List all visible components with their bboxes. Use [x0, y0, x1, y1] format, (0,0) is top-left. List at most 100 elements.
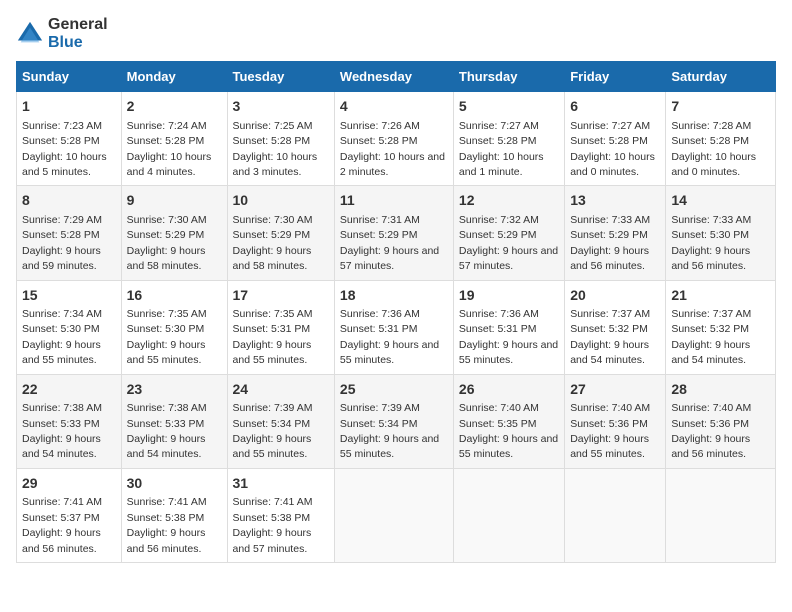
- calendar-cell: 3 Sunrise: 7:25 AMSunset: 5:28 PMDaylight…: [227, 92, 334, 186]
- day-info: Sunrise: 7:41 AMSunset: 5:38 PMDaylight:…: [233, 496, 313, 554]
- header: General Blue: [16, 16, 776, 51]
- day-number: 3: [233, 97, 329, 117]
- calendar-cell: 23Sunrise: 7:38 AMSunset: 5:33 PMDayligh…: [121, 374, 227, 468]
- day-info: Sunrise: 7:39 AMSunset: 5:34 PMDaylight:…: [233, 402, 313, 460]
- calendar-cell: 27Sunrise: 7:40 AMSunset: 5:36 PMDayligh…: [565, 374, 666, 468]
- day-info: Sunrise: 7:33 AMSunset: 5:30 PMDaylight:…: [671, 214, 751, 272]
- day-info: Sunrise: 7:30 AMSunset: 5:29 PMDaylight:…: [233, 214, 313, 272]
- calendar-table: SundayMondayTuesdayWednesdayThursdayFrid…: [16, 61, 776, 563]
- day-info: Sunrise: 7:23 AMSunset: 5:28 PMDaylight:…: [22, 120, 107, 178]
- calendar-week-3: 15Sunrise: 7:34 AMSunset: 5:30 PMDayligh…: [17, 280, 776, 374]
- calendar-cell: 9 Sunrise: 7:30 AMSunset: 5:29 PMDaylight…: [121, 186, 227, 280]
- day-info: Sunrise: 7:33 AMSunset: 5:29 PMDaylight:…: [570, 214, 650, 272]
- day-number: 14: [671, 191, 770, 211]
- calendar-week-1: 1 Sunrise: 7:23 AMSunset: 5:28 PMDaylight…: [17, 92, 776, 186]
- day-info: Sunrise: 7:28 AMSunset: 5:28 PMDaylight:…: [671, 120, 756, 178]
- day-number: 11: [340, 191, 448, 211]
- day-info: Sunrise: 7:36 AMSunset: 5:31 PMDaylight:…: [340, 308, 439, 366]
- calendar-cell: 30Sunrise: 7:41 AMSunset: 5:38 PMDayligh…: [121, 468, 227, 562]
- day-info: Sunrise: 7:31 AMSunset: 5:29 PMDaylight:…: [340, 214, 439, 272]
- calendar-cell: 18Sunrise: 7:36 AMSunset: 5:31 PMDayligh…: [334, 280, 453, 374]
- day-number: 20: [570, 286, 660, 306]
- day-info: Sunrise: 7:27 AMSunset: 5:28 PMDaylight:…: [570, 120, 655, 178]
- day-number: 27: [570, 380, 660, 400]
- day-number: 5: [459, 97, 559, 117]
- day-info: Sunrise: 7:36 AMSunset: 5:31 PMDaylight:…: [459, 308, 558, 366]
- logo: General Blue: [16, 16, 108, 51]
- calendar-cell: 8Sunrise: 7:29 AMSunset: 5:28 PMDaylight…: [17, 186, 122, 280]
- day-number: 7: [671, 97, 770, 117]
- column-header-monday: Monday: [121, 62, 227, 92]
- day-number: 23: [127, 380, 222, 400]
- day-info: Sunrise: 7:40 AMSunset: 5:35 PMDaylight:…: [459, 402, 558, 460]
- calendar-cell: 31Sunrise: 7:41 AMSunset: 5:38 PMDayligh…: [227, 468, 334, 562]
- calendar-cell: 19Sunrise: 7:36 AMSunset: 5:31 PMDayligh…: [453, 280, 564, 374]
- day-info: Sunrise: 7:25 AMSunset: 5:28 PMDaylight:…: [233, 120, 318, 178]
- calendar-week-2: 8Sunrise: 7:29 AMSunset: 5:28 PMDaylight…: [17, 186, 776, 280]
- day-number: 2: [127, 97, 222, 117]
- day-number: 31: [233, 474, 329, 494]
- column-header-thursday: Thursday: [453, 62, 564, 92]
- day-number: 6: [570, 97, 660, 117]
- calendar-cell: 11 Sunrise: 7:31 AMSunset: 5:29 PMDayligh…: [334, 186, 453, 280]
- calendar-cell: 13Sunrise: 7:33 AMSunset: 5:29 PMDayligh…: [565, 186, 666, 280]
- calendar-cell: 26Sunrise: 7:40 AMSunset: 5:35 PMDayligh…: [453, 374, 564, 468]
- day-info: Sunrise: 7:41 AMSunset: 5:38 PMDaylight:…: [127, 496, 207, 554]
- day-number: 29: [22, 474, 116, 494]
- calendar-cell: 10 Sunrise: 7:30 AMSunset: 5:29 PMDayligh…: [227, 186, 334, 280]
- calendar-cell: 1 Sunrise: 7:23 AMSunset: 5:28 PMDaylight…: [17, 92, 122, 186]
- day-info: Sunrise: 7:39 AMSunset: 5:34 PMDaylight:…: [340, 402, 439, 460]
- day-number: 9: [127, 191, 222, 211]
- day-number: 10: [233, 191, 329, 211]
- day-info: Sunrise: 7:24 AMSunset: 5:28 PMDaylight:…: [127, 120, 212, 178]
- calendar-cell: 2 Sunrise: 7:24 AMSunset: 5:28 PMDaylight…: [121, 92, 227, 186]
- day-number: 26: [459, 380, 559, 400]
- calendar-cell: 15Sunrise: 7:34 AMSunset: 5:30 PMDayligh…: [17, 280, 122, 374]
- day-number: 17: [233, 286, 329, 306]
- day-number: 16: [127, 286, 222, 306]
- day-number: 8: [22, 191, 116, 211]
- day-headers: SundayMondayTuesdayWednesdayThursdayFrid…: [17, 62, 776, 92]
- column-header-sunday: Sunday: [17, 62, 122, 92]
- column-header-tuesday: Tuesday: [227, 62, 334, 92]
- day-info: Sunrise: 7:41 AMSunset: 5:37 PMDaylight:…: [22, 496, 102, 554]
- day-number: 1: [22, 97, 116, 117]
- calendar-cell: 16Sunrise: 7:35 AMSunset: 5:30 PMDayligh…: [121, 280, 227, 374]
- day-number: 4: [340, 97, 448, 117]
- calendar-cell: 14 Sunrise: 7:33 AMSunset: 5:30 PMDayligh…: [666, 186, 776, 280]
- day-info: Sunrise: 7:38 AMSunset: 5:33 PMDaylight:…: [127, 402, 207, 460]
- day-info: Sunrise: 7:40 AMSunset: 5:36 PMDaylight:…: [671, 402, 751, 460]
- calendar-cell: 22Sunrise: 7:38 AMSunset: 5:33 PMDayligh…: [17, 374, 122, 468]
- logo-text: General Blue: [48, 16, 108, 51]
- day-number: 21: [671, 286, 770, 306]
- calendar-cell: [453, 468, 564, 562]
- calendar-cell: 20Sunrise: 7:37 AMSunset: 5:32 PMDayligh…: [565, 280, 666, 374]
- day-info: Sunrise: 7:30 AMSunset: 5:29 PMDaylight:…: [127, 214, 207, 272]
- column-header-saturday: Saturday: [666, 62, 776, 92]
- calendar-cell: 17Sunrise: 7:35 AMSunset: 5:31 PMDayligh…: [227, 280, 334, 374]
- day-info: Sunrise: 7:26 AMSunset: 5:28 PMDaylight:…: [340, 120, 445, 178]
- calendar-cell: 29Sunrise: 7:41 AMSunset: 5:37 PMDayligh…: [17, 468, 122, 562]
- calendar-cell: 7 Sunrise: 7:28 AMSunset: 5:28 PMDaylight…: [666, 92, 776, 186]
- day-info: Sunrise: 7:40 AMSunset: 5:36 PMDaylight:…: [570, 402, 650, 460]
- column-header-friday: Friday: [565, 62, 666, 92]
- day-number: 28: [671, 380, 770, 400]
- calendar-cell: [565, 468, 666, 562]
- calendar-cell: 6 Sunrise: 7:27 AMSunset: 5:28 PMDaylight…: [565, 92, 666, 186]
- day-info: Sunrise: 7:37 AMSunset: 5:32 PMDaylight:…: [570, 308, 650, 366]
- calendar-cell: 28Sunrise: 7:40 AMSunset: 5:36 PMDayligh…: [666, 374, 776, 468]
- calendar-cell: 12Sunrise: 7:32 AMSunset: 5:29 PMDayligh…: [453, 186, 564, 280]
- day-number: 25: [340, 380, 448, 400]
- day-number: 24: [233, 380, 329, 400]
- logo-icon: [16, 20, 44, 48]
- day-info: Sunrise: 7:34 AMSunset: 5:30 PMDaylight:…: [22, 308, 102, 366]
- day-number: 22: [22, 380, 116, 400]
- calendar-week-4: 22Sunrise: 7:38 AMSunset: 5:33 PMDayligh…: [17, 374, 776, 468]
- day-info: Sunrise: 7:38 AMSunset: 5:33 PMDaylight:…: [22, 402, 102, 460]
- day-info: Sunrise: 7:27 AMSunset: 5:28 PMDaylight:…: [459, 120, 544, 178]
- calendar-cell: [334, 468, 453, 562]
- day-info: Sunrise: 7:35 AMSunset: 5:31 PMDaylight:…: [233, 308, 313, 366]
- day-info: Sunrise: 7:37 AMSunset: 5:32 PMDaylight:…: [671, 308, 751, 366]
- calendar-cell: 4 Sunrise: 7:26 AMSunset: 5:28 PMDaylight…: [334, 92, 453, 186]
- day-info: Sunrise: 7:32 AMSunset: 5:29 PMDaylight:…: [459, 214, 558, 272]
